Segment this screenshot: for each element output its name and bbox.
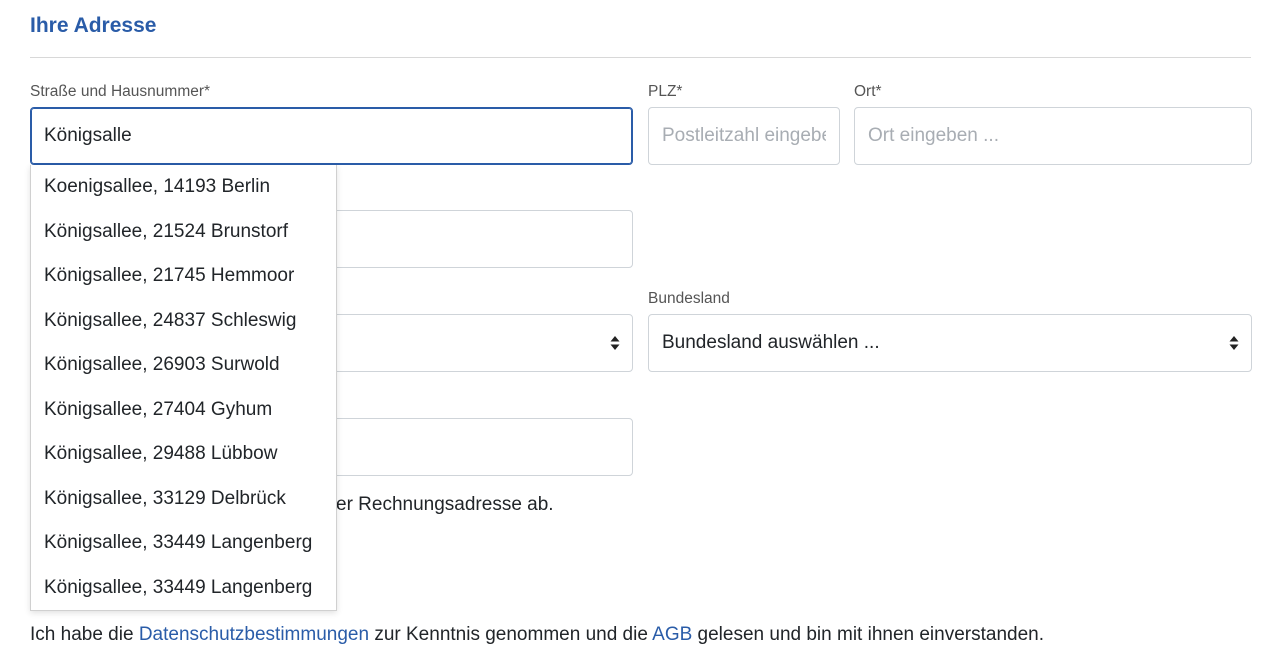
agb-link[interactable]: AGB bbox=[652, 624, 692, 645]
consent-suffix: gelesen und bin mit ihnen einverstanden. bbox=[692, 624, 1045, 645]
privacy-policy-link[interactable]: Datenschutzbestimmungen bbox=[139, 624, 369, 645]
autocomplete-option[interactable]: Königsallee, 24837 Schleswig bbox=[31, 299, 336, 344]
autocomplete-option[interactable]: Königsallee, 21524 Brunstorf bbox=[31, 210, 336, 255]
street-input[interactable] bbox=[30, 107, 633, 165]
city-label: Ort* bbox=[854, 83, 882, 100]
autocomplete-option[interactable]: Königsallee, 29488 Lübbow bbox=[31, 432, 336, 477]
autocomplete-option[interactable]: Königsallee, 33449 Langenberg bbox=[31, 521, 336, 566]
autocomplete-option[interactable]: Königsallee, 26903 Surwold bbox=[31, 343, 336, 388]
section-title: Ihre Adresse bbox=[30, 14, 157, 37]
state-select-value: Bundesland auswählen ... bbox=[662, 332, 880, 353]
state-label: Bundesland bbox=[648, 290, 730, 307]
consent-prefix: Ich habe die bbox=[30, 624, 139, 645]
section-divider bbox=[30, 57, 1251, 58]
street-autocomplete-dropdown: Koenigsallee, 14193 Berlin Königsallee, 2… bbox=[30, 165, 337, 611]
city-input[interactable] bbox=[854, 107, 1252, 165]
zip-label: PLZ* bbox=[648, 83, 683, 100]
sort-arrows-icon bbox=[610, 336, 620, 350]
billing-address-note: er Rechnungsadresse ab. bbox=[336, 494, 554, 515]
autocomplete-option[interactable]: Koenigsallee, 14193 Berlin bbox=[31, 165, 336, 210]
autocomplete-option[interactable]: Königsallee, 33129 Delbrück bbox=[31, 477, 336, 522]
consent-middle: zur Kenntnis genommen und die bbox=[369, 624, 653, 645]
state-select[interactable]: Bundesland auswählen ... bbox=[648, 314, 1252, 372]
zip-input[interactable] bbox=[648, 107, 840, 165]
street-label: Straße und Hausnummer* bbox=[30, 83, 211, 100]
sort-arrows-icon bbox=[1229, 336, 1239, 350]
consent-text: Ich habe die Datenschutzbestimmungen zur… bbox=[30, 624, 1044, 646]
autocomplete-option[interactable]: Königsallee, 21745 Hemmoor bbox=[31, 254, 336, 299]
autocomplete-option[interactable]: Königsallee, 33449 Langenberg bbox=[31, 566, 336, 611]
autocomplete-option[interactable]: Königsallee, 27404 Gyhum bbox=[31, 388, 336, 433]
